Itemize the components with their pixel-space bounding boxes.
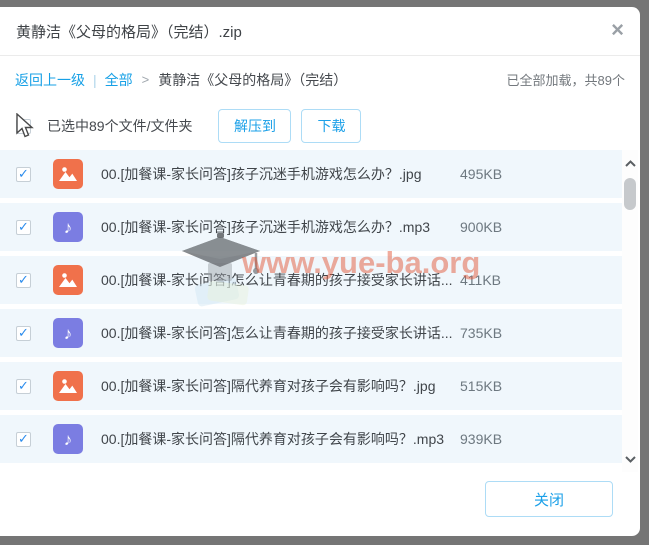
file-name: 00.[加餐课-家长问答]怎么让青春期的孩子接受家长讲话... — [101, 323, 460, 343]
row-checkbox[interactable] — [16, 379, 31, 394]
select-all-checkbox[interactable] — [16, 119, 31, 134]
image-file-icon — [53, 265, 83, 295]
close-icon[interactable]: × — [611, 19, 624, 41]
music-note-icon: ♪ — [64, 431, 73, 448]
table-row[interactable]: 00.[加餐课-家长问答]怎么让青春期的孩子接受家长讲话... 411KB — [0, 256, 622, 304]
table-row[interactable]: ♪ 00.[加餐课-家长问答]隔代养育对孩子会有影响吗？.mp3 939KB — [0, 415, 622, 463]
table-row[interactable]: 00.[加餐课-家长问答]隔代养育对孩子会有影响吗？.jpg 515KB — [0, 362, 622, 410]
file-size: 515KB — [460, 378, 622, 394]
image-file-icon — [53, 371, 83, 401]
file-size: 411KB — [460, 272, 622, 288]
breadcrumb: 返回上一级 | 全部 > 黄静洁《父母的格局》（完结） 已全部加载，共89个 — [0, 56, 640, 103]
row-checkbox[interactable] — [16, 167, 31, 182]
file-list: 00.[加餐课-家长问答]孩子沉迷手机游戏怎么办？.jpg 495KB ♪ 00… — [0, 150, 622, 468]
file-name: 00.[加餐课-家长问答]孩子沉迷手机游戏怎么办？.mp3 — [101, 217, 460, 237]
dialog-header: 黄静洁《父母的格局》（完结）.zip × — [0, 7, 640, 56]
audio-file-icon: ♪ — [53, 212, 83, 242]
table-row[interactable]: ♪ 00.[加餐课-家长问答]怎么让青春期的孩子接受家长讲话... 735KB — [0, 309, 622, 357]
selection-count-label: 已选中89个文件/文件夹 — [47, 116, 192, 136]
scrollbar-thumb[interactable] — [624, 178, 636, 210]
row-checkbox[interactable] — [16, 432, 31, 447]
table-row[interactable]: 00.[加餐课-家长问答]孩子沉迷手机游戏怎么办？.jpg 495KB — [0, 150, 622, 198]
image-file-icon — [53, 159, 83, 189]
file-name: 00.[加餐课-家长问答]隔代养育对孩子会有影响吗？.jpg — [101, 376, 460, 396]
scrollbar[interactable] — [622, 150, 638, 472]
music-note-icon: ♪ — [64, 325, 73, 342]
file-size: 495KB — [460, 166, 622, 182]
row-checkbox[interactable] — [16, 220, 31, 235]
all-link[interactable]: 全部 — [105, 70, 133, 90]
breadcrumb-separator: | — [93, 72, 97, 88]
audio-file-icon: ♪ — [53, 424, 83, 454]
selection-toolbar: 已选中89个文件/文件夹 解压到 下载 — [0, 103, 640, 149]
download-button[interactable]: 下载 — [301, 109, 361, 143]
file-name: 00.[加餐课-家长问答]隔代养育对孩子会有影响吗？.mp3 — [101, 429, 460, 449]
music-note-icon: ♪ — [64, 219, 73, 236]
dialog-title: 黄静洁《父母的格局》（完结）.zip — [16, 21, 242, 42]
row-checkbox[interactable] — [16, 273, 31, 288]
file-name: 00.[加餐课-家长问答]孩子沉迷手机游戏怎么办？.jpg — [101, 164, 460, 184]
back-link[interactable]: 返回上一级 — [15, 70, 85, 90]
breadcrumb-current: 黄静洁《父母的格局》（完结） — [158, 70, 347, 90]
archive-preview-dialog: 黄静洁《父母的格局》（完结）.zip × 返回上一级 | 全部 > 黄静洁《父母… — [0, 7, 640, 536]
audio-file-icon: ♪ — [53, 318, 83, 348]
load-status: 已全部加载，共89个 — [507, 70, 625, 89]
extract-to-button[interactable]: 解压到 — [218, 109, 291, 143]
scroll-down-icon[interactable] — [625, 446, 636, 472]
table-row[interactable]: ♪ 00.[加餐课-家长问答]孩子沉迷手机游戏怎么办？.mp3 900KB — [0, 203, 622, 251]
scroll-up-icon[interactable] — [625, 150, 636, 176]
close-button[interactable]: 关闭 — [485, 481, 613, 517]
file-size: 735KB — [460, 325, 622, 341]
file-size: 939KB — [460, 431, 622, 447]
file-size: 900KB — [460, 219, 622, 235]
breadcrumb-arrow-icon: > — [142, 72, 150, 87]
row-checkbox[interactable] — [16, 326, 31, 341]
file-name: 00.[加餐课-家长问答]怎么让青春期的孩子接受家长讲话... — [101, 270, 460, 290]
